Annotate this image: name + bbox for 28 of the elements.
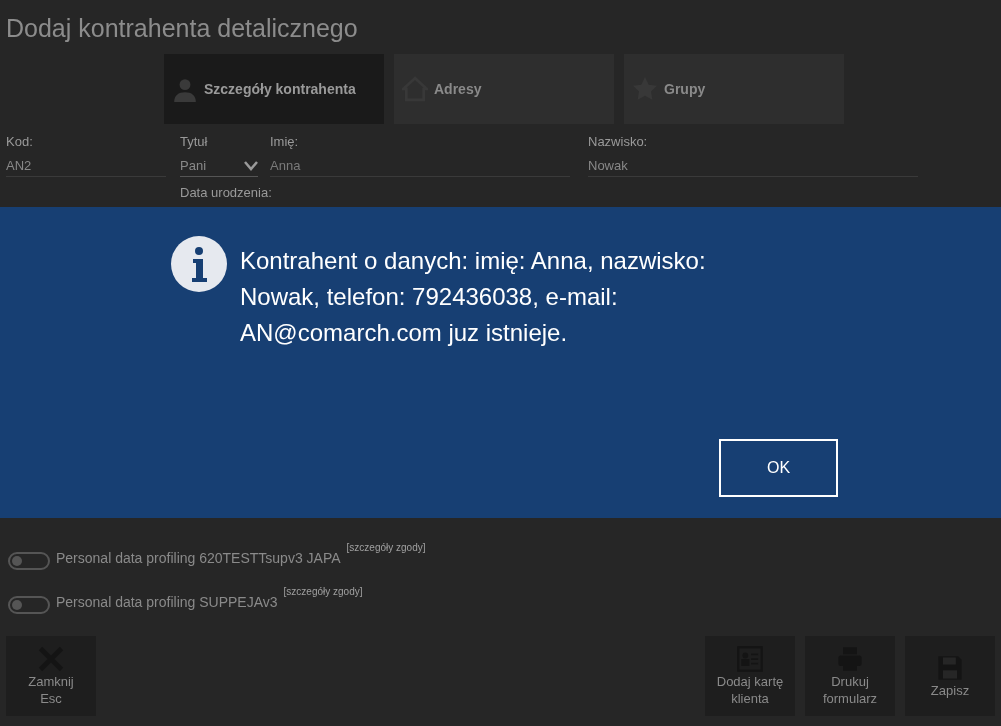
input-field[interactable]: Anna [270, 158, 570, 177]
ok-button[interactable]: OK [719, 439, 838, 497]
consent-label: Personal data profiling SUPPEJAv3 [56, 593, 278, 612]
dropdown[interactable]: Pani [180, 158, 258, 177]
chevron-down-icon [244, 161, 258, 171]
toolbar-button[interactable]: Zapisz [905, 636, 995, 716]
window-title: Dodaj kontrahenta detalicznego [5, 13, 359, 44]
field-label: Kod: [6, 134, 34, 150]
tab[interactable]: Adresy [394, 54, 614, 124]
input-field[interactable]: Nowak [588, 158, 918, 177]
toggle-switch[interactable] [8, 596, 50, 614]
person-icon [172, 76, 198, 102]
toolbar-button[interactable]: Zamknij Esc [6, 636, 96, 716]
field-label: Data urodzenia: [180, 185, 270, 201]
tab[interactable]: Szczegóły kontrahenta [164, 54, 384, 124]
dialog-message: Kontrahent o danych: imię: Anna, nazwisko: Nowak, telefon: 792436038, e-mail: AN@comarch.com juz istnieje. [240, 246, 707, 348]
consent-details-link[interactable]: [szczegóły zgody] [346, 540, 426, 555]
info-icon [170, 235, 228, 293]
toolbar-button[interactable]: Drukuj formularz [805, 636, 895, 716]
consent-label: Personal data profiling 620TESTTsupv3 JAPA [56, 549, 341, 568]
toolbar-button[interactable]: Dodaj kartę klienta [705, 636, 795, 716]
input-field[interactable]: AN2 [6, 158, 166, 177]
field-label: Tytuł [180, 134, 209, 150]
field-label: Nazwisko: [588, 134, 649, 150]
tab[interactable]: Grupy [624, 54, 844, 124]
field-label: Imię: [270, 134, 300, 150]
consent-details-link[interactable]: [szczegóły zgody] [283, 584, 363, 599]
toggle-switch[interactable] [8, 552, 50, 570]
